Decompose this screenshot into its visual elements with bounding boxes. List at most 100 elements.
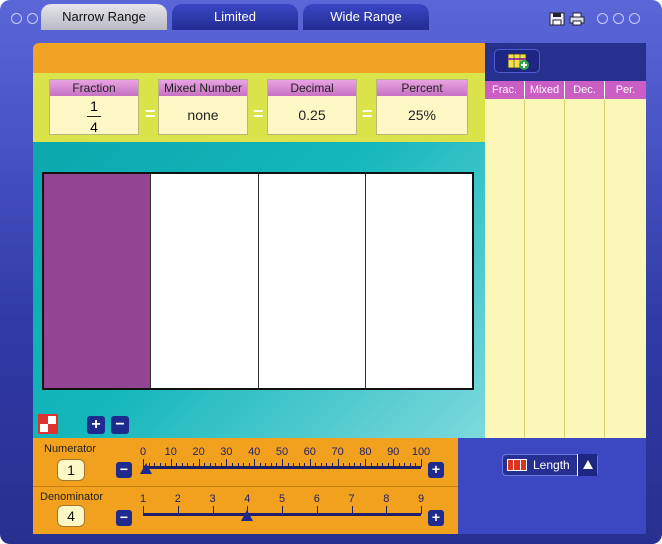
percent-value: 25% bbox=[407, 107, 437, 123]
unshaded-segment[interactable] bbox=[366, 174, 472, 388]
slider-minor-tick bbox=[398, 463, 400, 467]
decimal-value: 0.25 bbox=[298, 107, 326, 123]
slider-tick bbox=[282, 459, 283, 467]
slider-tick-label: 20 bbox=[192, 446, 205, 458]
slider-minor-tick bbox=[181, 463, 183, 467]
slider-tick bbox=[337, 459, 339, 467]
slider-minor-tick bbox=[376, 463, 378, 467]
table-column-decimal bbox=[565, 99, 605, 438]
column-header-decimal: Dec. bbox=[565, 81, 605, 99]
slider-tick-label: 10 bbox=[164, 446, 177, 458]
fraction-bar-model[interactable] bbox=[42, 172, 474, 390]
slider-tick-label: 70 bbox=[331, 446, 344, 458]
slider-tick-label: 6 bbox=[313, 493, 320, 505]
slider-tick-label: 8 bbox=[383, 493, 390, 505]
window-control-5-icon[interactable] bbox=[613, 13, 624, 24]
slider-minor-tick bbox=[343, 463, 345, 467]
model-selector-panel bbox=[458, 438, 646, 534]
slider-minor-tick bbox=[320, 463, 322, 467]
slider-tick bbox=[282, 506, 283, 514]
slider-minor-tick bbox=[315, 463, 317, 467]
slider-tick bbox=[365, 459, 367, 467]
numerator-plus-button[interactable]: + bbox=[428, 462, 444, 478]
slider-thumb[interactable] bbox=[139, 463, 152, 474]
slider-minor-tick bbox=[231, 463, 233, 467]
numerator-value[interactable]: 1 bbox=[57, 459, 85, 481]
column-header-percent: Per. bbox=[615, 84, 636, 96]
decimal-card: Decimal 0.25 bbox=[267, 79, 357, 135]
remove-bar-button[interactable]: − bbox=[111, 416, 129, 434]
percent-card: Percent 25% bbox=[376, 79, 468, 135]
slider-minor-tick bbox=[259, 463, 261, 467]
slider-tick-label: 30 bbox=[220, 446, 233, 458]
slider-minor-tick bbox=[348, 463, 350, 467]
slider-minor-tick bbox=[165, 463, 167, 467]
tab-wide-range[interactable]: Wide Range bbox=[303, 4, 429, 30]
slider-minor-tick bbox=[387, 463, 389, 467]
slider-tick-label: 0 bbox=[139, 446, 147, 458]
slider-thumb[interactable] bbox=[241, 510, 254, 521]
tab-narrow-range[interactable]: Narrow Range bbox=[41, 4, 167, 30]
slider-minor-tick bbox=[265, 463, 267, 467]
slider-tick bbox=[226, 459, 228, 467]
slider-tick-label: 90 bbox=[387, 446, 400, 458]
table-column-mixed bbox=[525, 99, 565, 438]
add-to-table-button[interactable] bbox=[494, 49, 540, 73]
mixed-number-card: Mixed Number none bbox=[158, 79, 248, 135]
denominator-value[interactable]: 4 bbox=[57, 505, 85, 527]
equals-sign-1: = bbox=[145, 104, 156, 124]
slider-tick bbox=[170, 459, 172, 467]
unshaded-segment[interactable] bbox=[151, 174, 259, 388]
percent-header: Percent bbox=[377, 80, 467, 96]
equals-sign-3: = bbox=[362, 104, 373, 124]
slider-minor-tick bbox=[154, 463, 156, 467]
window-control-4-icon[interactable] bbox=[597, 13, 608, 24]
denominator-plus-button[interactable]: + bbox=[428, 510, 444, 526]
slider-tick-label: 60 bbox=[303, 446, 316, 458]
slider-minor-tick bbox=[193, 463, 195, 467]
denominator-minus-button[interactable]: − bbox=[116, 510, 132, 526]
window-control-6-icon[interactable] bbox=[629, 13, 640, 24]
slider-minor-tick bbox=[298, 463, 300, 467]
slider-tick bbox=[198, 459, 200, 467]
add-bar-button[interactable]: + bbox=[87, 416, 105, 434]
slider-tick bbox=[177, 506, 179, 514]
slider-minor-tick bbox=[404, 463, 406, 467]
denominator-label: Denominator bbox=[40, 491, 103, 503]
save-icon[interactable] bbox=[549, 12, 565, 26]
shaded-segment[interactable] bbox=[44, 174, 152, 388]
model-type-dropdown[interactable]: Length bbox=[502, 454, 598, 476]
column-header-fraction: Frac. bbox=[485, 81, 525, 99]
slider-minor-tick bbox=[304, 463, 306, 467]
table-column-percent bbox=[605, 99, 646, 438]
show-pieces-icon[interactable] bbox=[38, 414, 58, 434]
add-to-table-icon bbox=[507, 53, 529, 70]
slider-minor-tick bbox=[270, 463, 272, 467]
slider-minor-tick bbox=[243, 463, 245, 467]
slider-minor-tick bbox=[248, 463, 250, 467]
slider-tick bbox=[254, 459, 256, 467]
window-control-2-icon[interactable] bbox=[27, 13, 38, 24]
slider-tick bbox=[386, 506, 388, 514]
mixed-number-header: Mixed Number bbox=[159, 80, 247, 96]
slider-minor-tick bbox=[287, 463, 289, 467]
equals-sign-2: = bbox=[253, 104, 264, 124]
dropdown-arrow-icon[interactable] bbox=[577, 454, 597, 476]
slider-minor-tick bbox=[237, 463, 239, 467]
print-icon[interactable] bbox=[569, 12, 585, 26]
tab-limited[interactable]: Limited bbox=[172, 4, 298, 30]
decimal-header: Decimal bbox=[268, 80, 356, 96]
numerator-minus-button[interactable]: − bbox=[116, 462, 132, 478]
slider-divider bbox=[33, 486, 458, 487]
slider-tick-label: 50 bbox=[275, 446, 289, 458]
slider-minor-tick bbox=[204, 463, 206, 467]
window-control-1-icon[interactable] bbox=[11, 13, 22, 24]
unshaded-segment[interactable] bbox=[259, 174, 366, 388]
fraction-card: Fraction 1 4 bbox=[49, 79, 139, 135]
slider-tick-label: 3 bbox=[209, 493, 216, 505]
slider-minor-tick bbox=[382, 463, 384, 467]
slider-tick-label: 5 bbox=[278, 493, 286, 505]
slider-minor-tick bbox=[187, 463, 189, 467]
slider-minor-tick bbox=[276, 463, 278, 467]
length-model-icon bbox=[507, 459, 527, 471]
